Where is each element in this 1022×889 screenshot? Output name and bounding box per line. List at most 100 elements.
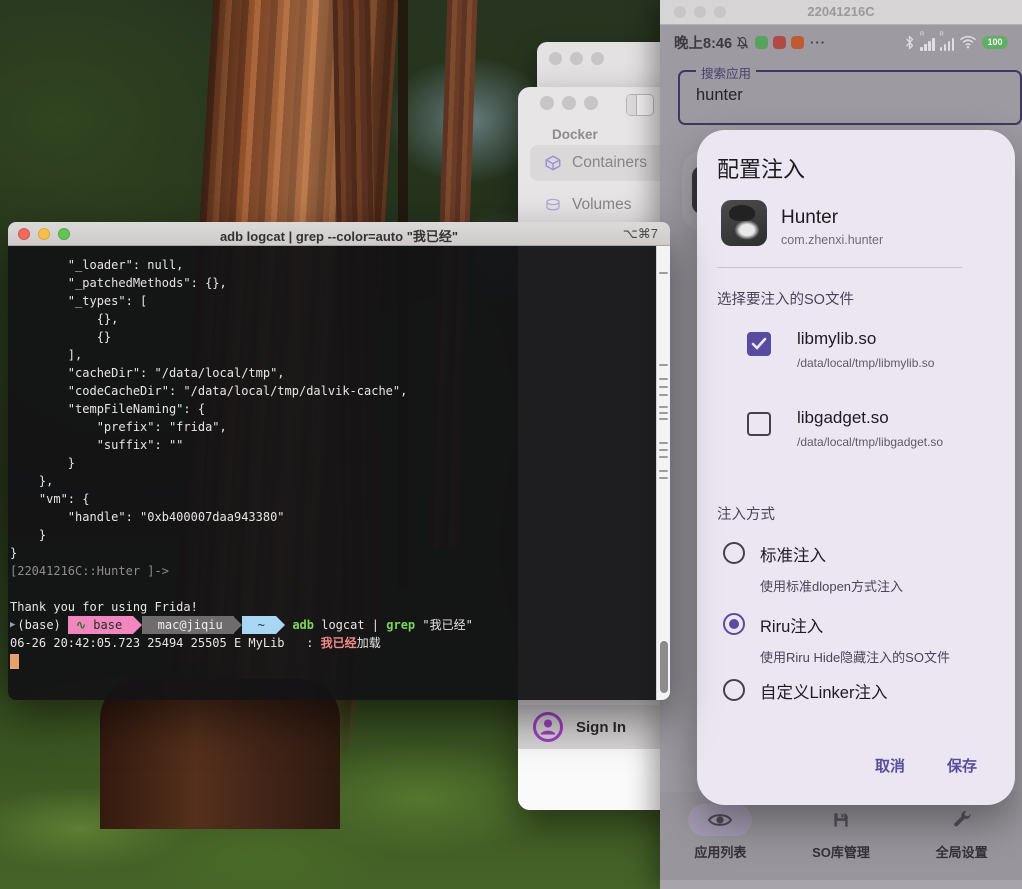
powerline-arrow-icon bbox=[276, 616, 285, 634]
terminal-window[interactable]: adb logcat | grep --color=auto "我已经" ⌥⌘7… bbox=[8, 222, 670, 700]
nav-tab-so-library[interactable]: SO库管理 bbox=[781, 792, 902, 880]
terminal-session-line: [22041216C::Hunter ]-> bbox=[10, 562, 654, 580]
avatar-icon bbox=[532, 711, 564, 743]
radio-standard-injection[interactable] bbox=[723, 542, 745, 564]
docker-section-label: Docker bbox=[552, 127, 598, 142]
powerline-arrow-icon bbox=[233, 616, 242, 634]
terminal-line: {} bbox=[10, 328, 654, 346]
nav-tab-label: 应用列表 bbox=[694, 842, 746, 861]
mute-bell-icon bbox=[735, 35, 750, 50]
terminal-log-line: 06-26 20:42:05.723 25494 25505 E MyLib :… bbox=[10, 634, 654, 652]
so-file-path: /data/local/tmp/libmylib.so bbox=[797, 356, 934, 370]
notification-overflow-dots: ··· bbox=[810, 35, 826, 50]
so-file-name: libmylib.so bbox=[797, 329, 876, 349]
terminal-line: "_patchedMethods": {}, bbox=[10, 274, 654, 292]
sign-in-button[interactable]: Sign In bbox=[518, 705, 678, 749]
terminal-line: "cacheDir": "/data/local/tmp", bbox=[10, 364, 654, 382]
radio-custom-linker-injection[interactable] bbox=[723, 679, 745, 701]
nav-pill bbox=[809, 804, 873, 836]
volume-disk-icon bbox=[544, 196, 562, 214]
nav-tab-global-settings[interactable]: 全局设置 bbox=[901, 792, 1022, 880]
app-name: Hunter bbox=[781, 207, 838, 229]
scrollbar-mark bbox=[659, 406, 668, 408]
terminal-line: "suffix": "" bbox=[10, 436, 654, 454]
grep-match: 我已经 bbox=[321, 634, 357, 652]
command-token: logcat | bbox=[314, 616, 386, 634]
checkbox-libgadget[interactable] bbox=[747, 412, 771, 436]
scrollbar-mark bbox=[659, 470, 668, 472]
method-label: 自定义Linker注入 bbox=[760, 679, 887, 703]
search-input[interactable]: 搜索应用 hunter bbox=[678, 70, 1022, 125]
minimize-button[interactable] bbox=[562, 96, 576, 110]
terminal-titlebar[interactable]: adb logcat | grep --color=auto "我已经" ⌥⌘7 bbox=[8, 222, 670, 246]
notification-app-icon bbox=[791, 36, 804, 49]
check-icon bbox=[751, 337, 767, 351]
env-name: base bbox=[86, 618, 129, 632]
app-package: com.zhenxi.hunter bbox=[781, 233, 883, 247]
powerline-env-segment: ∿ base bbox=[68, 616, 133, 634]
close-button[interactable] bbox=[540, 96, 554, 110]
save-button[interactable]: 保存 bbox=[947, 755, 977, 776]
search-field-label: 搜索应用 bbox=[696, 63, 756, 82]
gesture-bar-area bbox=[660, 880, 1022, 889]
phone-window-titlebar[interactable]: 22041216C bbox=[660, 0, 1022, 25]
phone-window-title: 22041216C bbox=[660, 4, 1022, 19]
terminal-line: } bbox=[10, 544, 654, 562]
scrollbar-mark bbox=[659, 456, 668, 458]
cancel-button[interactable]: 取消 bbox=[875, 755, 905, 776]
terminal-line: "handle": "0xb400007daa943380" bbox=[10, 508, 654, 526]
status-time: 晚上8:46 bbox=[674, 32, 732, 53]
scrollbar-mark bbox=[659, 394, 668, 396]
minimize-button[interactable] bbox=[570, 52, 583, 65]
method-desc: 使用标准dlopen方式注入 bbox=[760, 576, 903, 595]
search-field-value: hunter bbox=[696, 86, 743, 105]
notification-app-icon bbox=[755, 36, 768, 49]
command-token: "我已经" bbox=[415, 616, 473, 634]
terminal-line: "_types": [ bbox=[10, 292, 654, 310]
scrollbar-thumb[interactable] bbox=[660, 641, 668, 693]
bottom-navigation: 应用列表 SO库管理 bbox=[660, 792, 1022, 880]
phone-mirror-window[interactable]: 22041216C 晚上8:46 ··· R bbox=[660, 0, 1022, 889]
checkbox-libmylib[interactable] bbox=[747, 332, 771, 356]
sidebar-item-containers[interactable]: Containers bbox=[530, 145, 680, 181]
terminal-tab-shortcut: ⌥⌘7 bbox=[623, 226, 658, 242]
sign-in-label: Sign In bbox=[576, 719, 626, 736]
log-suffix: 加载 bbox=[357, 634, 381, 652]
phone-screen[interactable]: 晚上8:46 ··· R R bbox=[660, 25, 1022, 889]
zoom-button[interactable] bbox=[591, 52, 604, 65]
wallpaper-tree-base bbox=[100, 679, 340, 829]
terminal-line: "_loader": null, bbox=[10, 256, 654, 274]
desktop: Docker Containers Volumes Sign In bbox=[0, 0, 1022, 889]
scrollbar-mark bbox=[659, 442, 668, 444]
nav-selected-pill bbox=[688, 804, 752, 836]
method-label: Riru注入 bbox=[760, 613, 823, 637]
scrollbar-mark bbox=[659, 272, 668, 274]
terminal-line: ], bbox=[10, 346, 654, 364]
window-controls bbox=[540, 96, 598, 110]
prompt-mark-icon: ▶ bbox=[10, 616, 15, 634]
divider bbox=[717, 267, 962, 268]
terminal-line: "vm": { bbox=[10, 490, 654, 508]
terminal-line bbox=[10, 580, 654, 598]
battery-indicator: 100 bbox=[982, 36, 1008, 49]
method-label: 标准注入 bbox=[760, 542, 826, 566]
scrollbar-mark bbox=[659, 364, 668, 366]
terminal-line: "tempFileNaming": { bbox=[10, 400, 654, 418]
snake-icon: ∿ bbox=[76, 618, 86, 632]
cellular-signal-icon: R bbox=[920, 33, 935, 51]
terminal-line: } bbox=[10, 454, 654, 472]
radio-riru-injection[interactable] bbox=[723, 613, 745, 635]
so-file-path: /data/local/tmp/libgadget.so bbox=[797, 435, 943, 449]
nav-tab-label: 全局设置 bbox=[936, 842, 988, 861]
sidebar-item-volumes[interactable]: Volumes bbox=[530, 187, 680, 223]
nav-tab-app-list[interactable]: 应用列表 bbox=[660, 792, 781, 880]
terminal-scrollbar[interactable] bbox=[656, 246, 670, 700]
terminal-line: Thank you for using Frida! bbox=[10, 598, 654, 616]
cube-icon bbox=[544, 154, 562, 172]
command-token: adb bbox=[285, 616, 314, 634]
zoom-button[interactable] bbox=[584, 96, 598, 110]
configure-injection-dialog: 配置注入 Hunter com.zhenxi.hunter 选择要注入的SO文件… bbox=[697, 130, 1015, 805]
powerline-dir-segment: ~ bbox=[242, 616, 276, 634]
sidebar-toggle-icon[interactable] bbox=[626, 94, 654, 116]
close-button[interactable] bbox=[549, 52, 562, 65]
